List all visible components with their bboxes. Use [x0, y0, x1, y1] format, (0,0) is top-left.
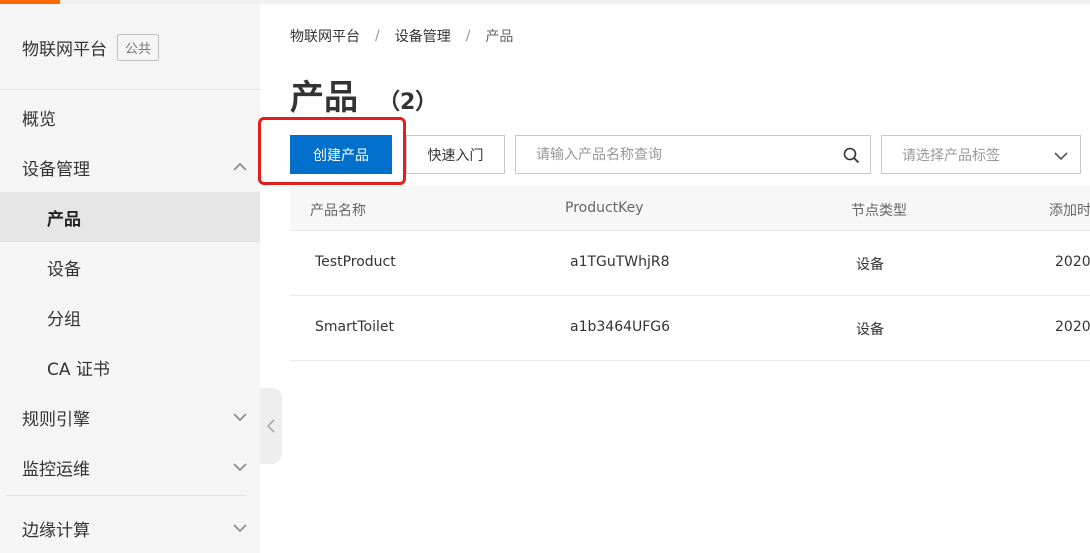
sidebar-divider — [6, 495, 246, 496]
table-header: 产品名称 ProductKey 节点类型 添加时 — [290, 186, 1090, 231]
breadcrumb-separator: / — [465, 28, 471, 44]
breadcrumb-item-current: 产品 — [485, 29, 514, 45]
added-time-cell: 2020/ — [1055, 254, 1090, 270]
node-type-cell: 设备 — [856, 257, 884, 273]
product-name-cell[interactable]: TestProduct — [315, 254, 396, 270]
sidebar-item-label: 监控运维 — [22, 459, 90, 480]
product-tag-select[interactable]: 请选择产品标签 — [881, 135, 1081, 174]
create-product-button[interactable]: 创建产品 — [290, 135, 392, 174]
chevron-down-icon — [1054, 152, 1068, 161]
table-row[interactable]: TestProduct a1TGuTWhjR8 设备 2020/ — [290, 231, 1090, 296]
sidebar-item-products[interactable]: 产品 — [0, 192, 260, 242]
sidebar-item-edge-computing[interactable]: 边缘计算 — [0, 503, 260, 553]
sidebar-item-device-management[interactable]: 设备管理 — [0, 142, 260, 192]
productkey-cell: a1TGuTWhjR8 — [570, 254, 670, 270]
sidebar-item-label: 边缘计算 — [22, 520, 90, 541]
sidebar-item-label: CA 证书 — [47, 359, 110, 380]
product-table: 产品名称 ProductKey 节点类型 添加时 TestProduct a1T… — [290, 186, 1090, 361]
column-header-name: 产品名称 — [310, 203, 366, 219]
sidebar: 物联网平台 公共 概览 设备管理 产品 设备 分组 CA 证书 规则引擎 监控运… — [0, 4, 260, 553]
sidebar-item-label: 产品 — [47, 209, 81, 230]
sidebar-item-devices[interactable]: 设备 — [0, 242, 260, 292]
column-header-added-time: 添加时 — [1049, 203, 1090, 219]
brand-tag: 公共 — [117, 33, 160, 61]
chevron-down-icon — [233, 463, 247, 472]
sidebar-item-groups[interactable]: 分组 — [0, 292, 260, 342]
sidebar-item-label: 规则引擎 — [22, 409, 90, 430]
table-row[interactable]: SmartToilet a1b3464UFG6 设备 2020/ — [290, 296, 1090, 361]
search-icon[interactable] — [843, 147, 860, 164]
brand-title: 物联网平台 — [22, 39, 107, 60]
quickstart-button[interactable]: 快速入门 — [406, 135, 505, 174]
breadcrumb-item-iot-platform[interactable]: 物联网平台 — [290, 26, 360, 46]
sidebar-item-ca-certificates[interactable]: CA 证书 — [0, 342, 260, 392]
tag-select-placeholder: 请选择产品标签 — [902, 147, 1000, 164]
node-type-cell: 设备 — [856, 322, 884, 338]
page-title-text: 产品 — [290, 78, 358, 118]
column-header-productkey: ProductKey — [565, 200, 644, 216]
column-header-node-type: 节点类型 — [851, 203, 907, 219]
sidebar-divider — [0, 89, 260, 90]
breadcrumb-separator: / — [375, 28, 380, 44]
chevron-left-icon — [266, 419, 275, 433]
breadcrumb: 物联网平台 / 设备管理 / 产品 — [290, 26, 513, 46]
sidebar-item-label: 设备 — [47, 259, 81, 280]
page-title: 产品 （2） — [290, 70, 438, 118]
sidebar-item-rules-engine[interactable]: 规则引擎 — [0, 392, 260, 442]
search-input[interactable] — [536, 146, 826, 163]
product-search — [515, 135, 871, 174]
sidebar-item-label: 设备管理 — [22, 159, 90, 180]
product-count: （2） — [378, 90, 438, 115]
productkey-cell: a1b3464UFG6 — [570, 319, 671, 335]
brand: 物联网平台 公共 — [22, 32, 160, 62]
sidebar-item-overview[interactable]: 概览 — [0, 92, 260, 142]
sidebar-item-monitoring[interactable]: 监控运维 — [0, 442, 260, 492]
sidebar-collapse-handle[interactable] — [260, 388, 282, 464]
added-time-cell: 2020/ — [1055, 319, 1090, 335]
sidebar-item-label: 分组 — [47, 309, 81, 330]
sidebar-item-label: 概览 — [22, 109, 56, 130]
breadcrumb-item-device-management[interactable]: 设备管理 — [395, 26, 451, 46]
product-name-cell[interactable]: SmartToilet — [315, 319, 394, 335]
chevron-up-icon — [233, 162, 247, 171]
chevron-down-icon — [233, 413, 247, 422]
chevron-down-icon — [233, 524, 247, 533]
